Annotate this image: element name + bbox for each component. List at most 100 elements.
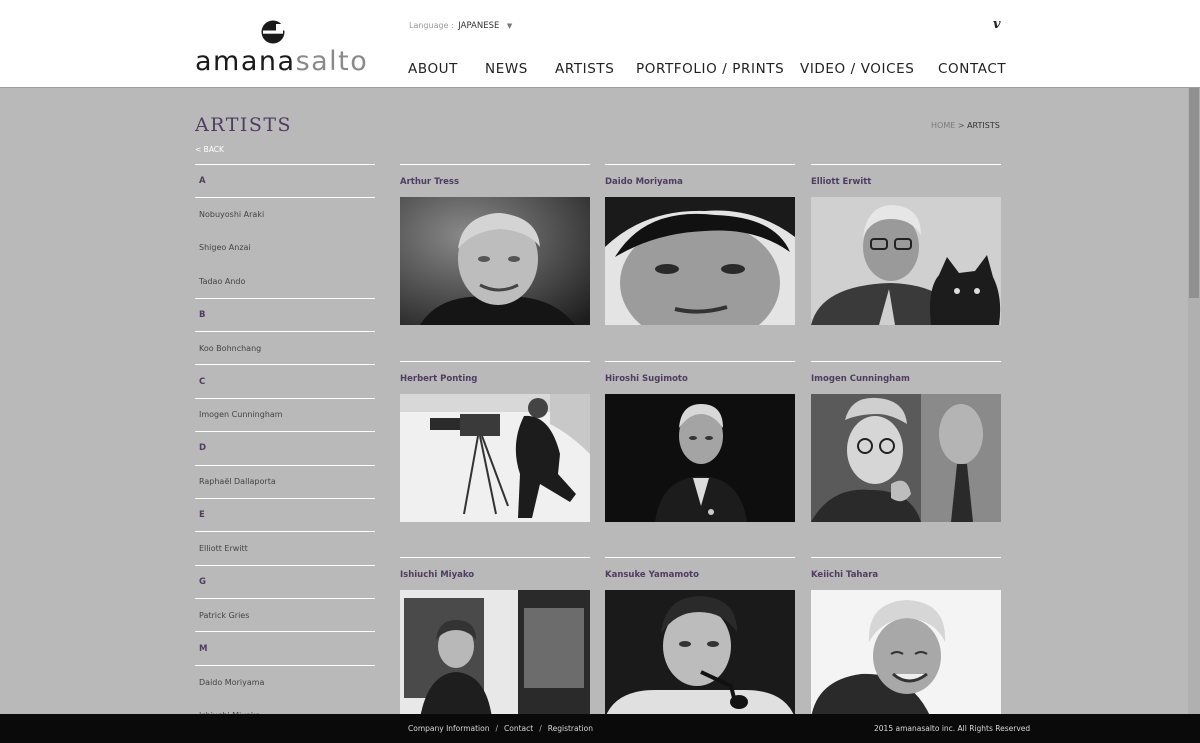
card-divider <box>400 557 590 558</box>
main-nav: ABOUT NEWS ARTISTS PORTFOLIO / PRINTS VI… <box>408 61 1006 81</box>
nav-item-contact[interactable]: CONTACT <box>938 61 1006 77</box>
logo-wordmark-part1: amana <box>195 46 296 77</box>
artist-name[interactable]: Arthur Tress <box>400 177 590 197</box>
card-divider <box>605 557 795 558</box>
breadcrumb-separator: > <box>957 121 965 130</box>
index-letter-label: M <box>199 643 208 654</box>
sidebar-artist-link[interactable]: Shigeo Anzai <box>195 231 375 264</box>
nav-item-video-voices[interactable]: VIDEO / VOICES <box>800 61 914 77</box>
card-divider <box>400 361 590 362</box>
footer-link-registration[interactable]: Registration <box>548 724 593 733</box>
language-value: JAPANESE <box>458 21 500 31</box>
nav-item-portfolio-prints[interactable]: PORTFOLIO / PRINTS <box>636 61 784 77</box>
artist-photo[interactable] <box>605 590 795 718</box>
sidebar-artist-name: Raphaël Dallaporta <box>199 477 276 487</box>
artist-card[interactable]: Elliott Erwitt <box>811 164 1001 325</box>
scrollbar-track[interactable] <box>1188 88 1200 714</box>
artist-card[interactable]: Ishiuchi Miyako <box>400 557 590 718</box>
footer-link-contact[interactable]: Contact <box>504 724 533 733</box>
logo-wordmark-part2: salto <box>295 46 369 77</box>
index-letter: A <box>195 164 375 197</box>
artist-photo[interactable] <box>400 197 590 325</box>
nav-item-artists[interactable]: ARTISTS <box>555 61 614 77</box>
artist-name[interactable]: Hiroshi Sugimoto <box>605 374 795 394</box>
vimeo-icon[interactable]: v <box>993 17 1001 32</box>
artist-card[interactable]: Hiroshi Sugimoto <box>605 361 795 522</box>
portrait-photo-icon <box>811 590 1001 718</box>
artist-name[interactable]: Imogen Cunningham <box>811 374 1001 394</box>
artist-name[interactable]: Herbert Ponting <box>400 374 590 394</box>
artist-card[interactable]: Kansuke Yamamoto <box>605 557 795 718</box>
artist-photo[interactable] <box>811 590 1001 718</box>
index-letter: B <box>195 297 375 331</box>
artist-name[interactable]: Kansuke Yamamoto <box>605 570 795 590</box>
nav-item-about[interactable]: ABOUT <box>408 61 458 77</box>
index-letter: E <box>195 497 375 531</box>
card-divider <box>811 164 1001 165</box>
language-selector[interactable]: Language : JAPANESE ▼ <box>409 21 512 31</box>
sidebar-artist-link[interactable]: Imogen Cunningham <box>195 397 375 431</box>
index-letter-label: G <box>199 576 206 587</box>
sidebar-artist-link[interactable]: Nobuyoshi Araki <box>195 197 375 230</box>
sidebar-artist-name: Patrick Gries <box>199 610 250 620</box>
sidebar-artist-link[interactable]: Patrick Gries <box>195 598 375 631</box>
artist-card[interactable]: Keiichi Tahara <box>811 557 1001 718</box>
back-link[interactable]: < BACK <box>195 145 224 154</box>
index-letter-label: E <box>199 510 205 521</box>
sidebar-artist-link[interactable]: Elliott Erwitt <box>195 531 375 564</box>
sidebar-artist-name: Elliott Erwitt <box>199 543 248 553</box>
footer-separator: / <box>495 724 499 733</box>
logo-wordmark: amanasalto <box>195 47 368 77</box>
sidebar-artist-link[interactable]: Tadao Ando <box>195 264 375 297</box>
sidebar-artist-name: Imogen Cunningham <box>199 410 283 420</box>
artist-card[interactable]: Herbert Ponting <box>400 361 590 522</box>
portrait-photo-icon <box>605 197 795 325</box>
artist-photo[interactable] <box>400 590 590 718</box>
index-letter-label: A <box>199 176 206 187</box>
breadcrumb-current: ARTISTS <box>967 121 1000 130</box>
artist-photo[interactable] <box>811 394 1001 522</box>
index-letter: D <box>195 431 375 464</box>
footer-link-company[interactable]: Company Information <box>408 724 489 733</box>
artist-photo[interactable] <box>605 394 795 522</box>
sidebar-artist-name: Daido Moriyama <box>199 677 265 687</box>
nav-item-news[interactable]: NEWS <box>485 61 528 77</box>
index-letter: G <box>195 564 375 598</box>
portrait-photo-icon <box>605 394 795 522</box>
site-logo[interactable]: amanasalto <box>195 20 367 80</box>
sidebar-artist-name: Nobuyoshi Araki <box>199 210 265 220</box>
card-divider <box>811 361 1001 362</box>
portrait-photo-icon <box>400 590 590 718</box>
artist-name[interactable]: Elliott Erwitt <box>811 177 1001 197</box>
sidebar-artist-link[interactable]: Koo Bohnchang <box>195 330 375 364</box>
portrait-photo-icon <box>811 394 1001 522</box>
card-divider <box>605 164 795 165</box>
breadcrumb-home[interactable]: HOME <box>931 121 955 130</box>
card-divider <box>400 164 590 165</box>
card-divider <box>605 361 795 362</box>
scrollbar-thumb[interactable] <box>1189 88 1199 298</box>
artist-card[interactable]: Daido Moriyama <box>605 164 795 325</box>
artist-name[interactable]: Daido Moriyama <box>605 177 795 197</box>
sidebar-artist-link[interactable]: Raphaël Dallaporta <box>195 464 375 498</box>
sidebar-artist-link[interactable]: Daido Moriyama <box>195 664 375 698</box>
breadcrumb: HOME > ARTISTS <box>931 121 1000 130</box>
site-header: amanasalto Language : JAPANESE ▼ v ABOUT… <box>0 0 1200 88</box>
artist-photo[interactable] <box>811 197 1001 325</box>
portrait-photo-icon <box>400 197 590 325</box>
index-letter: C <box>195 364 375 397</box>
landscape-photo-icon <box>400 394 590 522</box>
artist-photo[interactable] <box>400 394 590 522</box>
artist-name[interactable]: Ishiuchi Miyako <box>400 570 590 590</box>
index-letter: M <box>195 631 375 664</box>
portrait-photo-icon <box>811 197 1001 325</box>
footer-links: Company Information / Contact / Registration <box>408 724 593 733</box>
language-label: Language : <box>409 21 454 30</box>
artist-card[interactable]: Arthur Tress <box>400 164 590 325</box>
card-divider <box>811 557 1001 558</box>
artist-index-sidebar: A Nobuyoshi Araki Shigeo Anzai Tadao And… <box>195 164 375 732</box>
artist-photo[interactable] <box>605 197 795 325</box>
sidebar-artist-name: Koo Bohnchang <box>199 343 262 353</box>
artist-name[interactable]: Keiichi Tahara <box>811 570 1001 590</box>
artist-card[interactable]: Imogen Cunningham <box>811 361 1001 522</box>
